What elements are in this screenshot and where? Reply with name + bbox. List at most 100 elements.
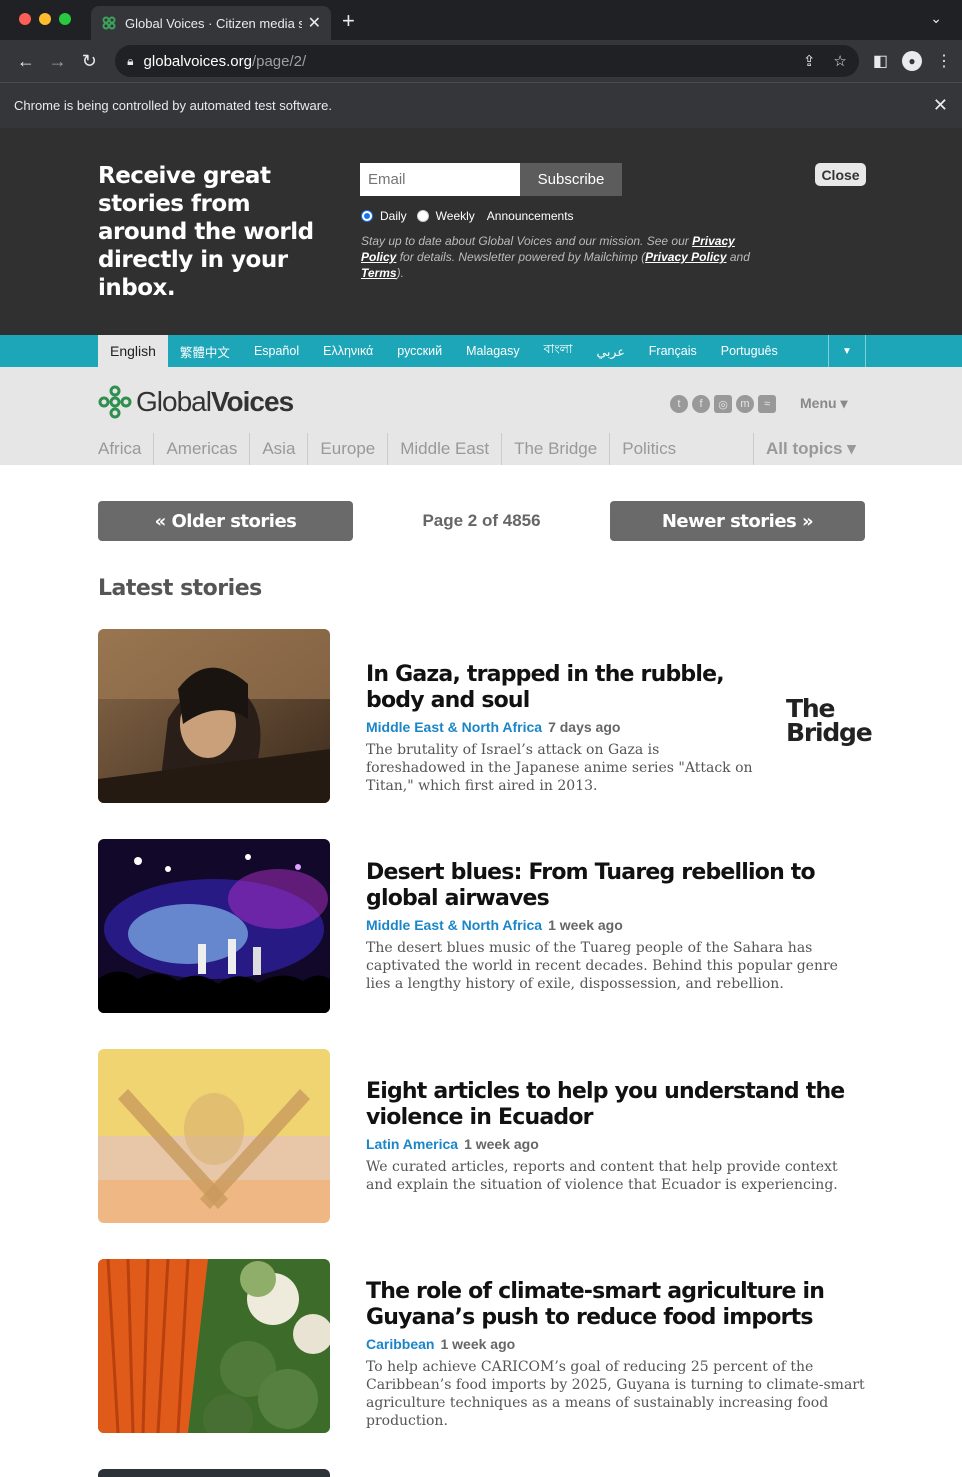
nav-the-bridge[interactable]: The Bridge	[501, 433, 609, 465]
lang-russian[interactable]: русский	[385, 335, 454, 367]
page-indicator: Page 2 of 4856	[422, 511, 541, 530]
window-controls	[19, 13, 71, 25]
address-bar[interactable]: 🔒︎ globalvoices.org /page/2/ ⇪ ☆	[115, 45, 859, 77]
story-body: Desert blues: From Tuareg rebellion to g…	[366, 860, 865, 993]
daily-label: Daily	[380, 209, 407, 223]
lang-bangla[interactable]: বাংলা	[532, 335, 585, 367]
story-time: 1 week ago	[440, 1336, 516, 1352]
social-links: t f ◎ m ≈	[670, 395, 776, 413]
logo-word-global: Global	[136, 386, 212, 417]
fineprint-text: Stay up to date about Global Voices and …	[361, 234, 693, 248]
back-arrow-icon[interactable]: ←	[10, 51, 42, 72]
bookmark-star-icon[interactable]: ☆	[833, 52, 846, 70]
forward-arrow-icon[interactable]: →	[42, 51, 74, 72]
lang-chinese[interactable]: 繁體中文	[168, 335, 242, 367]
browser-tab-active[interactable]: Global Voices · Citizen media s ✕	[91, 6, 331, 40]
share-icon[interactable]: ⇪	[803, 52, 816, 70]
more-menu-icon[interactable]: ⋮	[936, 51, 952, 71]
nav-politics[interactable]: Politics	[609, 433, 688, 465]
story-excerpt: To help achieve CARICOM’s goal of reduci…	[366, 1359, 865, 1429]
story-category[interactable]: Caribbean	[366, 1336, 434, 1352]
mastodon-icon[interactable]: m	[736, 395, 754, 413]
facebook-icon[interactable]: f	[692, 395, 710, 413]
lang-greek[interactable]: Ελληνικά	[311, 335, 385, 367]
story-excerpt: The desert blues music of the Tuareg peo…	[366, 940, 838, 992]
email-field[interactable]	[360, 163, 520, 196]
story-item: Eight articles to help you understand th…	[98, 1049, 865, 1223]
weekly-label: Weekly	[435, 209, 475, 223]
fineprint-text: and	[726, 250, 750, 264]
story-thumbnail[interactable]	[98, 1049, 330, 1223]
lang-english[interactable]: English	[98, 335, 168, 367]
tab-close-icon[interactable]: ✕	[308, 13, 321, 33]
story-body: In Gaza, trapped in the rubble, body and…	[366, 662, 756, 795]
story-thumbnail[interactable]	[98, 839, 330, 1013]
story-body: Eight articles to help you understand th…	[366, 1079, 865, 1194]
new-tab-button[interactable]: +	[342, 8, 355, 34]
globalvoices-logo[interactable]: GlobalVoices	[98, 385, 294, 419]
region-nav: Africa Americas Asia Europe Middle East …	[98, 433, 688, 465]
story-title[interactable]: Desert blues: From Tuareg rebellion to g…	[366, 860, 865, 912]
older-stories-button[interactable]: « Older stories	[98, 501, 353, 541]
lang-spanish[interactable]: Español	[242, 335, 311, 367]
newer-stories-button[interactable]: Newer stories »	[610, 501, 865, 541]
infobar-close-icon[interactable]: ✕	[933, 95, 948, 116]
maximize-window-button[interactable]	[59, 13, 71, 25]
all-topics-dropdown[interactable]: All topics ▾	[753, 433, 856, 465]
story-time: 1 week ago	[548, 917, 623, 933]
newsletter-form: Subscribe	[360, 163, 622, 196]
pagination: « Older stories Page 2 of 4856 Newer sto…	[98, 501, 865, 541]
lang-portuguese[interactable]: Português	[709, 335, 790, 367]
site-header: GlobalVoices t f ◎ m ≈ Menu ▾ Africa Ame…	[0, 367, 962, 465]
logo-word-voices: Voices	[210, 386, 294, 417]
story-title[interactable]: The role of climate-smart agriculture in…	[366, 1279, 865, 1331]
mailchimp-privacy-link[interactable]: Privacy Policy	[645, 250, 726, 264]
tab-title: Global Voices · Citizen media s	[125, 15, 302, 31]
lang-malagasy[interactable]: Malagasy	[454, 335, 532, 367]
story-time: 7 days ago	[548, 719, 621, 735]
menu-button[interactable]: Menu ▾	[800, 395, 847, 412]
subscribe-button[interactable]: Subscribe	[520, 163, 622, 196]
nav-asia[interactable]: Asia	[249, 433, 307, 465]
story-category[interactable]: Middle East & North Africa	[366, 917, 542, 933]
minimize-window-button[interactable]	[39, 13, 51, 25]
rss-icon[interactable]: ≈	[758, 395, 776, 413]
story-title[interactable]: In Gaza, trapped in the rubble, body and…	[366, 662, 756, 714]
story-thumbnail[interactable]	[98, 1259, 330, 1433]
language-dropdown-icon[interactable]: ▼	[828, 335, 866, 367]
nav-africa[interactable]: Africa	[98, 433, 153, 465]
story-body: The role of climate-smart agriculture in…	[366, 1279, 865, 1430]
tab-search-chevron-icon[interactable]: ⌄	[930, 10, 942, 27]
fineprint-text: for details. Newsletter powered by Mailc…	[396, 250, 646, 264]
profile-avatar-icon[interactable]: ●	[901, 51, 922, 71]
instagram-icon[interactable]: ◎	[714, 395, 732, 413]
url-path: /page/2/	[251, 52, 307, 70]
nav-europe[interactable]: Europe	[307, 433, 387, 465]
weekly-radio[interactable]	[416, 210, 429, 222]
automation-infobar: Chrome is being controlled by automated …	[0, 82, 962, 128]
story-item: In Gaza, trapped in the rubble, body and…	[98, 629, 873, 803]
side-panel-icon[interactable]: ◧	[873, 51, 888, 71]
terms-link[interactable]: Terms	[361, 266, 397, 280]
newsletter-heading: Receive great stories from around the wo…	[98, 163, 314, 301]
close-window-button[interactable]	[19, 13, 31, 25]
story-category[interactable]: Latin America	[366, 1136, 458, 1152]
story-item: The role of climate-smart agriculture in…	[98, 1259, 865, 1433]
the-bridge-badge[interactable]: The Bridge	[786, 696, 876, 745]
newsletter-close-button[interactable]: Close	[815, 163, 866, 186]
fineprint-text: ).	[396, 266, 404, 280]
twitter-icon[interactable]: t	[670, 395, 688, 413]
reload-icon[interactable]: ↻	[73, 51, 105, 72]
lang-arabic[interactable]: عربي	[585, 335, 637, 367]
nav-middle-east[interactable]: Middle East	[387, 433, 501, 465]
nav-americas[interactable]: Americas	[153, 433, 249, 465]
daily-radio[interactable]	[361, 210, 373, 222]
story-category[interactable]: Middle East & North Africa	[366, 719, 542, 735]
story-time: 1 week ago	[464, 1136, 539, 1152]
story-thumbnail-partial[interactable]	[98, 1469, 330, 1477]
lock-icon[interactable]: 🔒︎	[127, 54, 133, 69]
frequency-options: Daily Weekly Announcements	[361, 209, 574, 223]
story-title[interactable]: Eight articles to help you understand th…	[366, 1079, 865, 1131]
story-thumbnail[interactable]	[98, 629, 330, 803]
lang-french[interactable]: Français	[637, 335, 709, 367]
